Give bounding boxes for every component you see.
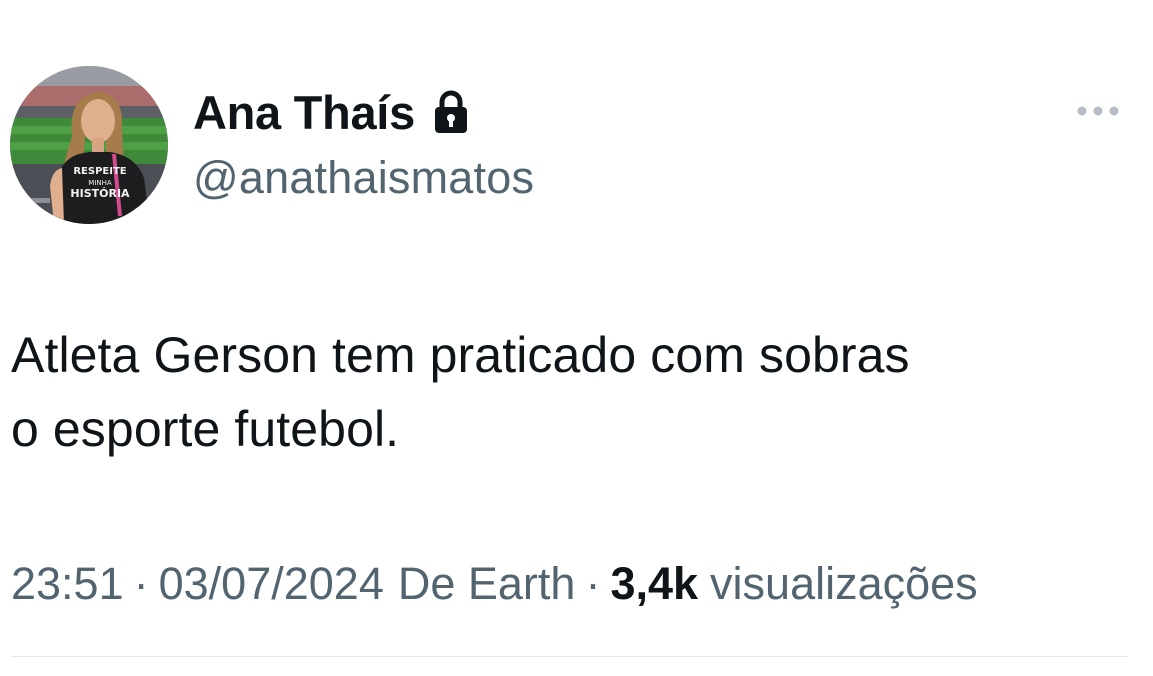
tweet-meta: 23:51 · 03/07/2024 De Earth · 3,4k visua… [11, 556, 978, 612]
tweet-date[interactable]: 03/07/2024 [159, 558, 384, 610]
tweet-time[interactable]: 23:51 [11, 558, 124, 610]
avatar[interactable]: RESPEITE MINHA HISTÓRIA [10, 66, 168, 224]
tweet-text-line-1: Atleta Gerson tem praticado com sobras [11, 327, 910, 383]
divider [11, 656, 1127, 657]
meta-separator: · [585, 558, 601, 609]
avatar-photo: RESPEITE MINHA HISTÓRIA [10, 66, 168, 224]
tweet-text: Atleta Gerson tem praticado com sobras o… [11, 318, 1131, 466]
avatar-shirt-text-3: HISTÓRIA [70, 187, 130, 200]
views-label: visualizações [710, 558, 978, 609]
avatar-shirt-text-1: RESPEITE [73, 166, 126, 177]
author-name-row: Ana Thaís [193, 84, 469, 140]
tweet-text-line-2: o esporte futebol. [11, 401, 400, 457]
views-count[interactable]: 3,4k [610, 558, 698, 610]
author-handle[interactable]: @anathaismatos [193, 152, 534, 204]
avatar-shirt-text-2: MINHA [88, 179, 112, 187]
lock-icon [433, 90, 469, 134]
author-display-name[interactable]: Ana Thaís [193, 85, 415, 140]
meta-separator: · [133, 558, 149, 609]
tweet-card: RESPEITE MINHA HISTÓRIA Ana Thaís @anath… [0, 0, 1153, 676]
more-horizontal-icon[interactable] [1072, 99, 1124, 123]
tweet-source: De Earth [397, 558, 576, 609]
